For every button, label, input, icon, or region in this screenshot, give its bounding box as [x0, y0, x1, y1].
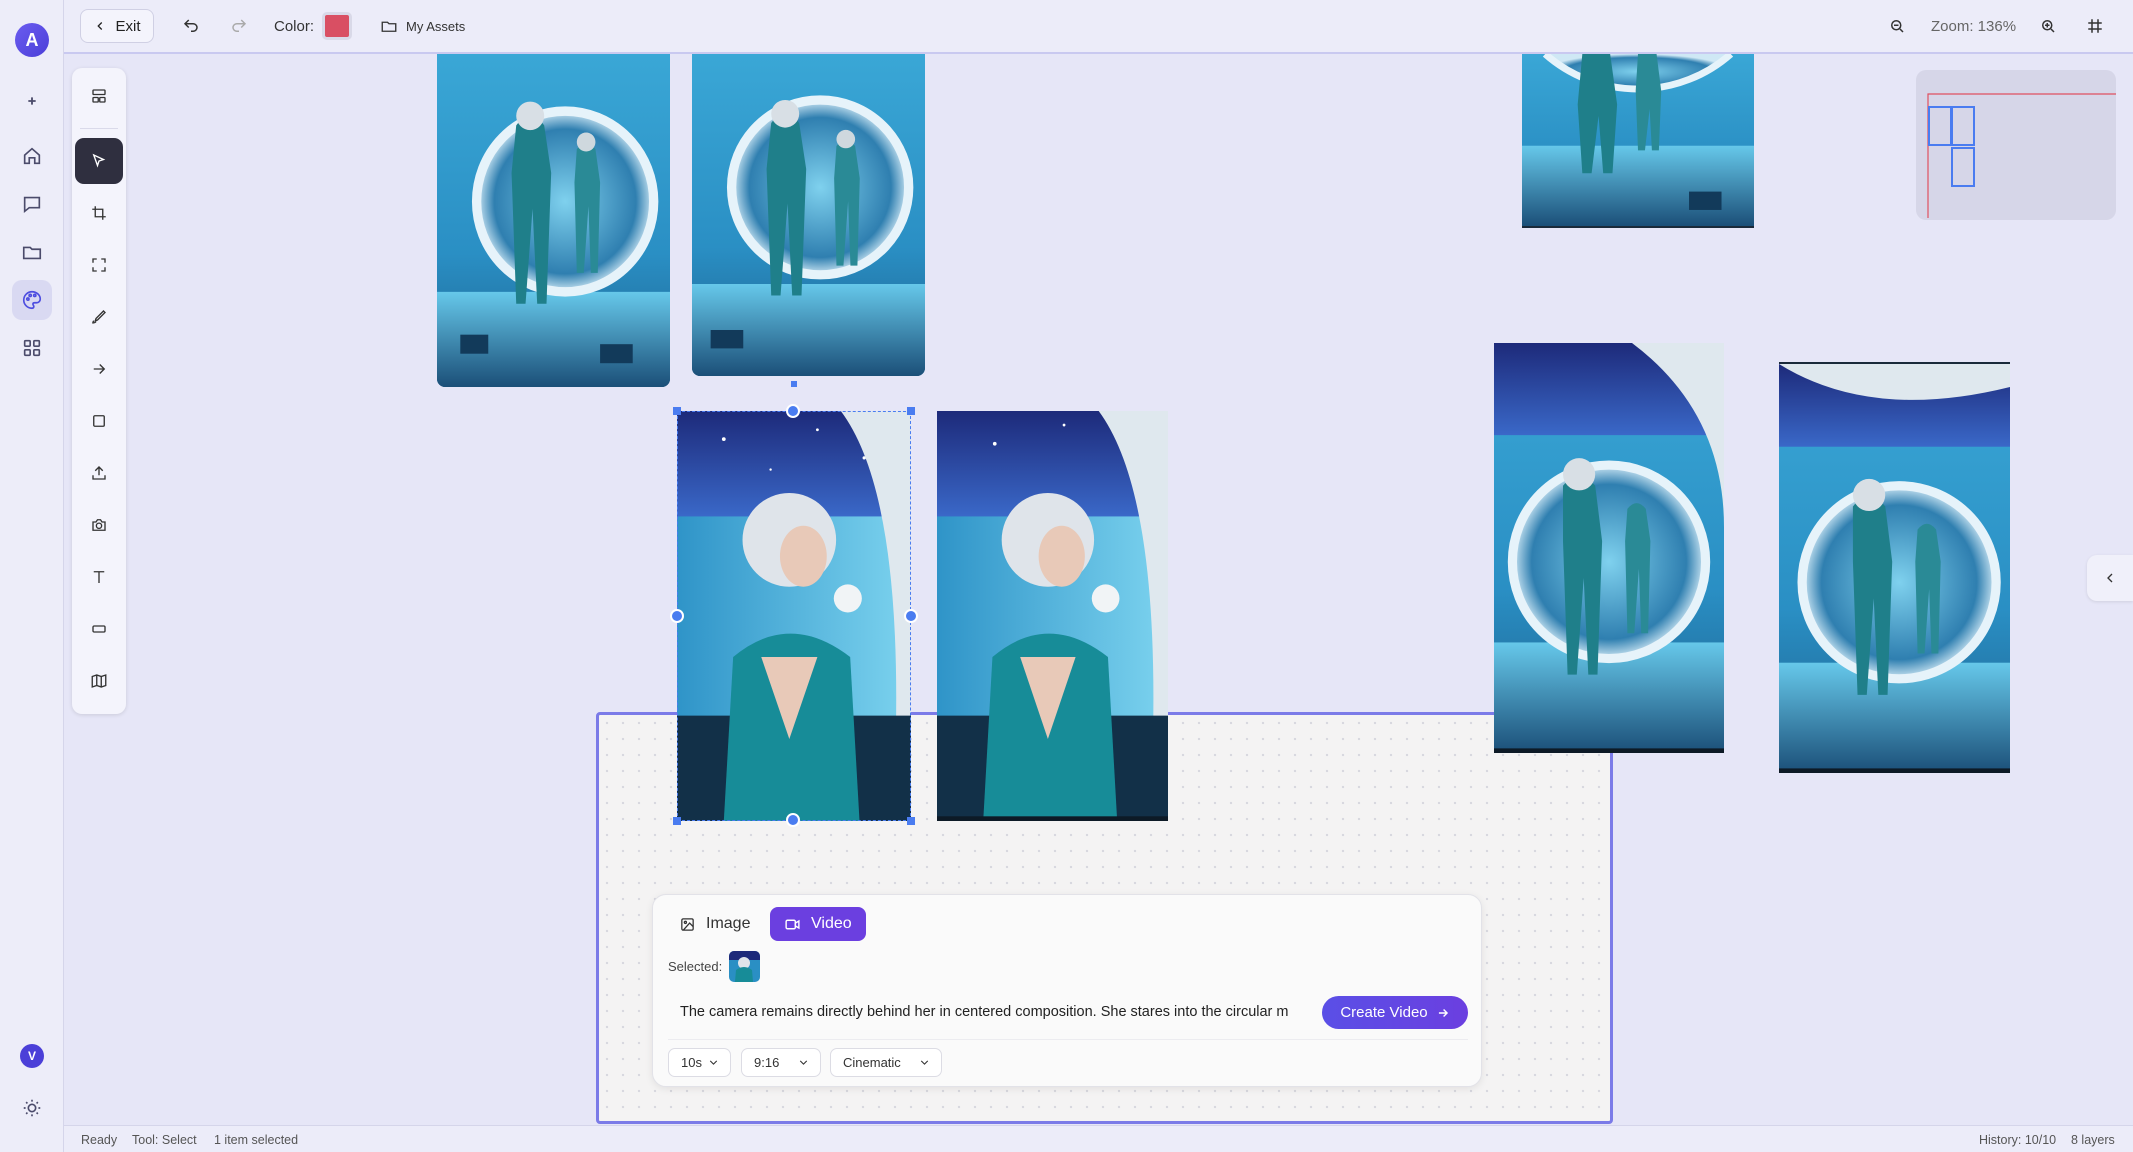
resize-handle-sw[interactable] — [673, 817, 681, 825]
chevron-down-icon — [799, 1060, 808, 1065]
selected-thumbnail[interactable] — [729, 951, 760, 982]
add-icon[interactable] — [12, 81, 52, 121]
undo-button[interactable] — [182, 0, 200, 52]
brush-icon[interactable] — [75, 294, 123, 340]
chat-icon[interactable] — [12, 184, 52, 224]
redo-button[interactable] — [230, 0, 248, 52]
redo-icon — [232, 19, 247, 32]
resize-handle-ne[interactable] — [907, 407, 915, 415]
user-avatar[interactable]: V — [20, 1044, 44, 1068]
arrow-icon[interactable] — [75, 346, 123, 392]
rotate-handle[interactable] — [791, 381, 797, 387]
color-swatch[interactable] — [322, 12, 353, 40]
resize-handle-s[interactable] — [786, 813, 800, 827]
folder-icon — [381, 21, 397, 32]
duration-select[interactable]: 10s — [668, 1048, 731, 1077]
canvas-image-5[interactable] — [1494, 343, 1724, 753]
video-icon — [785, 919, 800, 929]
aspect-ratio-value: 9:16 — [754, 1055, 780, 1070]
grid-icon — [2088, 19, 2102, 33]
status-selection: 1 item selected — [214, 1133, 299, 1147]
chevron-down-icon — [709, 1060, 718, 1065]
right-panel-toggle[interactable] — [2087, 555, 2133, 601]
zoom-in-icon — [2042, 20, 2055, 33]
tab-video-label: Video — [811, 915, 852, 932]
style-select[interactable]: Cinematic — [830, 1048, 942, 1077]
status-history: History: 10/10 — [1979, 1133, 2057, 1147]
upload-icon[interactable] — [75, 450, 123, 496]
expand-icon[interactable] — [75, 242, 123, 288]
chevron-left-icon — [2107, 573, 2113, 583]
crop-icon[interactable] — [75, 190, 123, 236]
canvas-image-6[interactable] — [1779, 362, 2010, 773]
folder-icon[interactable] — [12, 232, 52, 272]
panel-divider — [668, 1039, 1468, 1040]
my-assets-label: My Assets — [406, 18, 466, 34]
zoom-out-icon — [1891, 20, 1904, 33]
minimap[interactable] — [1916, 70, 2116, 220]
zoom-level: Zoom: 136% — [1931, 17, 2017, 35]
style-value: Cinematic — [843, 1055, 901, 1070]
canvas-image-4[interactable] — [937, 411, 1168, 821]
create-video-label: Create Video — [1340, 1004, 1428, 1021]
color-picker[interactable]: Color: — [274, 0, 353, 52]
resize-handle-w[interactable] — [670, 609, 684, 623]
resize-handle-n[interactable] — [786, 404, 800, 418]
app-sidebar: A V — [0, 0, 64, 1152]
grid-toggle-button[interactable] — [2086, 0, 2104, 52]
create-video-button[interactable]: Create Video — [1322, 996, 1468, 1029]
status-layers: 8 layers — [2071, 1133, 2115, 1147]
tab-image-label: Image — [706, 915, 751, 932]
color-label: Color: — [274, 17, 315, 35]
image-icon — [681, 917, 694, 931]
selected-label: Selected: — [668, 959, 723, 974]
frame-icon[interactable] — [75, 606, 123, 652]
layers-icon[interactable] — [75, 73, 123, 119]
canvas-image-3[interactable] — [1522, 54, 1754, 228]
duration-value: 10s — [681, 1055, 702, 1070]
top-toolbar: Exit Color: My Assets Zoom: 136% — [64, 0, 2133, 54]
tool-palette — [72, 68, 126, 714]
resize-handle-nw[interactable] — [673, 407, 681, 415]
rectangle-icon[interactable] — [75, 398, 123, 444]
zoom-out-button[interactable] — [1888, 0, 1906, 52]
text-icon[interactable] — [75, 554, 123, 600]
prompt-input[interactable]: The camera remains directly behind her i… — [668, 995, 1298, 1029]
chevron-left-icon — [97, 22, 103, 30]
sun-icon[interactable] — [12, 1088, 52, 1128]
tab-video[interactable]: Video — [770, 907, 866, 941]
status-state: Ready — [81, 1133, 118, 1147]
status-bar: Ready Tool: Select 1 item selected Histo… — [64, 1125, 2133, 1152]
canvas-image-2[interactable] — [692, 54, 925, 376]
palette-icon[interactable] — [12, 280, 52, 320]
tool-divider — [80, 128, 118, 129]
zoom-in-button[interactable] — [2039, 0, 2057, 52]
chevron-down-icon — [920, 1060, 929, 1065]
resize-handle-e[interactable] — [904, 609, 918, 623]
camera-icon[interactable] — [75, 502, 123, 548]
map-icon[interactable] — [75, 658, 123, 704]
undo-icon — [183, 19, 198, 32]
generation-panel: Image Video Selected: The camera remains… — [652, 894, 1482, 1087]
status-tool: Tool: Select — [132, 1133, 197, 1147]
my-assets-button[interactable]: My Assets — [380, 0, 465, 52]
apps-grid-icon[interactable] — [12, 328, 52, 368]
selection-outline — [677, 411, 911, 821]
app-logo[interactable]: A — [15, 23, 49, 57]
arrow-right-icon — [1438, 1008, 1448, 1017]
aspect-ratio-select[interactable]: 9:16 — [741, 1048, 821, 1077]
exit-button[interactable]: Exit — [80, 9, 154, 43]
home-icon[interactable] — [12, 136, 52, 176]
canvas-image-1[interactable] — [437, 54, 670, 387]
exit-label: Exit — [115, 17, 141, 35]
select-tool-icon[interactable] — [75, 138, 123, 184]
resize-handle-se[interactable] — [907, 817, 915, 825]
tab-image[interactable]: Image — [665, 907, 764, 941]
